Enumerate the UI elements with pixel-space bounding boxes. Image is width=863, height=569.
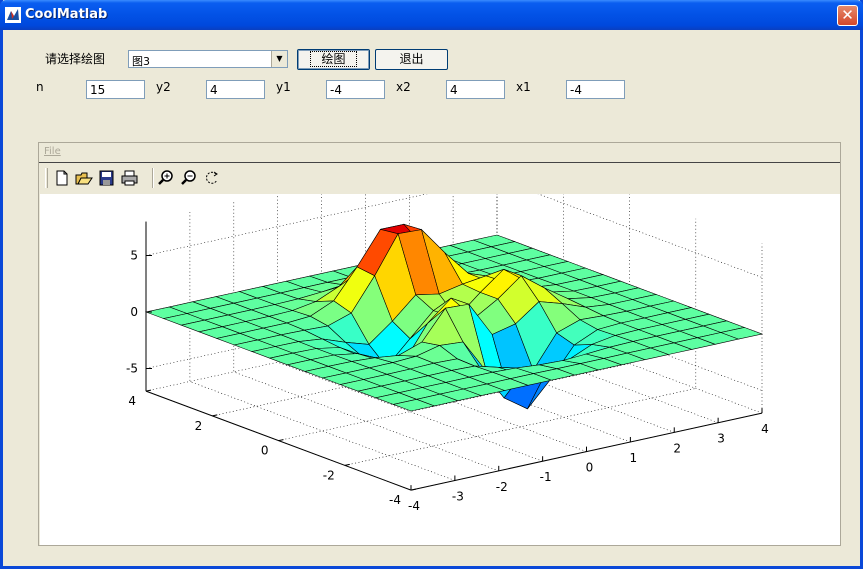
close-button[interactable]: ✕	[837, 5, 858, 26]
x2-field[interactable]: 4	[446, 80, 505, 99]
chevron-down-icon[interactable]: ▼	[271, 51, 287, 67]
y-tick	[212, 414, 218, 417]
param-label-y2: y2	[156, 80, 171, 94]
plot-select-value: 图3	[132, 55, 150, 68]
save-icon[interactable]	[98, 170, 116, 186]
plot-select[interactable]: 图3 ▼	[128, 50, 288, 68]
file-menu[interactable]: File	[44, 146, 61, 157]
zoom-in-icon[interactable]	[157, 170, 175, 186]
plot-area[interactable]: 5 0 -5 -4 -3 -2 -1 0 1 2 3 4 4 2 0 -2 -4	[40, 144, 840, 545]
param-label-x2: x2	[396, 80, 411, 94]
window-title: CoolMatlab	[25, 7, 108, 22]
y-tick-label: -4	[389, 493, 401, 507]
new-icon[interactable]	[53, 170, 71, 186]
toolbar-grip[interactable]	[45, 168, 48, 188]
figure-panel: File 5 0 -5 -4 -3 -2 -1 0 1 2 3 4 4 2 0 …	[38, 142, 841, 546]
y2-field[interactable]: 4	[206, 80, 265, 99]
y-tick	[145, 389, 152, 392]
x-tick-label: 2	[673, 441, 681, 455]
x-tick-label: 1	[630, 451, 638, 465]
x-tick-label: 0	[586, 461, 594, 475]
param-label-x1: x1	[516, 80, 531, 94]
exit-button[interactable]: 退出	[375, 49, 448, 70]
surface-plot[interactable]: 5 0 -5 -4 -3 -2 -1 0 1 2 3 4 4 2 0 -2 -4	[40, 144, 840, 545]
plot-button[interactable]: 绘图	[297, 49, 370, 70]
param-label-n: n	[36, 80, 44, 94]
y-tick-label: 2	[195, 419, 203, 433]
zoom-out-icon[interactable]	[180, 170, 198, 186]
y-tick-label: 4	[128, 394, 136, 408]
matlab-icon	[5, 7, 21, 23]
title-bar[interactable]: CoolMatlab ✕	[0, 0, 863, 30]
open-icon[interactable]	[75, 170, 93, 186]
z-tick-label: 0	[130, 305, 138, 319]
z-tick-label: -5	[126, 362, 138, 376]
toolbar-separator	[152, 168, 154, 188]
figure-toolbar	[39, 163, 840, 193]
x-tick-label: -4	[408, 499, 420, 513]
y-tick-label: 0	[261, 444, 269, 458]
x-tick-label: -1	[540, 470, 552, 484]
y-tick	[410, 488, 417, 491]
param-label-y1: y1	[276, 80, 291, 94]
select-label: 请选择绘图	[45, 52, 106, 66]
z-tick-label: 5	[130, 249, 138, 263]
y1-field[interactable]: -4	[326, 80, 385, 99]
x-tick-label: -2	[496, 480, 508, 494]
x-tick-label: -3	[452, 489, 464, 503]
x1-field[interactable]: -4	[566, 80, 625, 99]
x-tick-label: 3	[717, 432, 725, 446]
rotate-icon[interactable]	[203, 170, 221, 186]
n-field[interactable]: 15	[86, 80, 145, 99]
print-icon[interactable]	[121, 170, 139, 186]
x-tick-label: 4	[761, 422, 769, 436]
main-window: CoolMatlab ✕ 请选择绘图 图3 ▼ 绘图 退出 n 15 y2 4 …	[0, 0, 863, 569]
y-tick	[344, 463, 350, 466]
figure-menubar: File	[39, 143, 840, 163]
y-tick	[278, 439, 284, 442]
y-tick-label: -2	[323, 468, 335, 482]
